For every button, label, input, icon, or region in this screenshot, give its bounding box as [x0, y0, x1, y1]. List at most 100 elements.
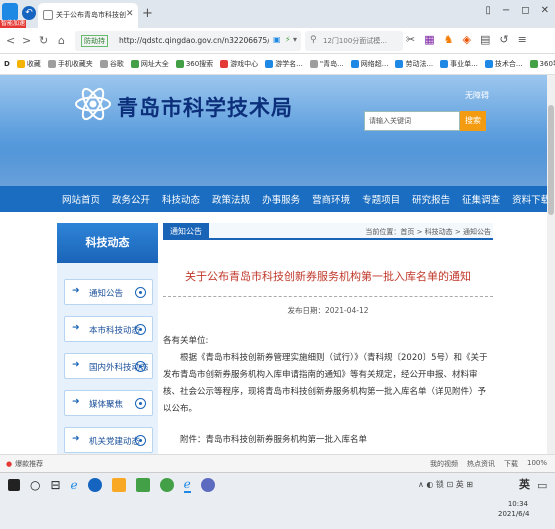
- app-icon[interactable]: ◈: [463, 33, 471, 46]
- bookmark-item[interactable]: 手机收藏夹: [47, 59, 93, 69]
- clock-date: 2021/6/4: [498, 510, 530, 518]
- refresh-icon[interactable]: ↻: [39, 34, 48, 47]
- bookmark-item[interactable]: 事业单...: [440, 59, 478, 69]
- file-explorer-icon[interactable]: [111, 478, 126, 492]
- notification-icon[interactable]: ▭: [537, 479, 547, 492]
- extension-icon[interactable]: ▦: [424, 33, 434, 46]
- nav-item[interactable]: 政策法规: [212, 192, 250, 206]
- bookmark-label: 360搜索: [185, 60, 214, 68]
- back-arrow-icon[interactable]: ↶: [22, 6, 36, 20]
- bookmark-icon: [130, 60, 139, 68]
- close-window-icon[interactable]: ✕: [541, 5, 549, 16]
- browser-active-icon[interactable]: ℯ: [183, 477, 191, 493]
- system-tray[interactable]: ∧ ◐ 锁 ⊡ 英 ⊞: [418, 479, 473, 490]
- scissors-icon[interactable]: ✂: [406, 33, 415, 46]
- arrow-right-icon: ➜: [72, 323, 80, 333]
- sidebar-item[interactable]: ➜ 国内外科技动态: [64, 353, 153, 379]
- status-left[interactable]: ● 爆款推荐: [6, 459, 43, 469]
- page-icon[interactable]: ▣: [273, 35, 281, 44]
- nav-item[interactable]: 营商环境: [312, 192, 350, 206]
- ie-browser-icon[interactable]: ℯ: [71, 478, 78, 492]
- minimize-icon[interactable]: −: [502, 5, 510, 16]
- bookmark-item[interactable]: 网址大全: [130, 59, 169, 69]
- dropdown-chevron-icon[interactable]: ▾: [293, 35, 297, 44]
- clock[interactable]: 10:34 2021/6/4: [498, 499, 530, 519]
- header-glow: [0, 150, 555, 186]
- new-tab-button[interactable]: +: [142, 6, 153, 21]
- sidebar-item[interactable]: ➜ 通知公告: [64, 279, 153, 305]
- bookmark-item[interactable]: 技术合...: [484, 59, 523, 69]
- bookmarks-toggle-icon[interactable]: D: [4, 60, 10, 68]
- 360-icon[interactable]: [159, 478, 174, 492]
- app-green-icon[interactable]: [135, 478, 150, 492]
- status-video[interactable]: 我的视频: [430, 459, 458, 469]
- section-tab: 通知公告: [163, 223, 209, 240]
- site-search-button[interactable]: 搜索: [460, 111, 486, 131]
- status-download[interactable]: 下载: [504, 459, 518, 469]
- bookmark-label: 技术合...: [494, 60, 523, 68]
- sidebar-item[interactable]: ➜ 本市科技动态: [64, 316, 153, 342]
- bookmark-item[interactable]: 收藏: [16, 59, 41, 69]
- restore-tabs-icon[interactable]: ▯: [485, 5, 491, 16]
- sidebar-heading: 科技动态: [57, 223, 158, 263]
- sidebar-item-label: 本市科技动态: [89, 326, 141, 336]
- menu-icon[interactable]: ≡: [518, 33, 527, 46]
- ime-indicator[interactable]: 英: [519, 476, 530, 492]
- history-icon[interactable]: ↺: [499, 33, 508, 46]
- home-icon[interactable]: ⌂: [58, 34, 65, 47]
- nav-item[interactable]: 网站首页: [62, 192, 100, 206]
- bookmark-item[interactable]: 谷歌: [99, 59, 124, 69]
- url-field[interactable]: 防劫持 http://qdstc.qingdao.gov.cn/n3220667…: [75, 31, 301, 51]
- maximize-icon[interactable]: ◻: [521, 5, 529, 16]
- nav-item[interactable]: 政务公开: [112, 192, 150, 206]
- nav-item[interactable]: 办事服务: [262, 192, 300, 206]
- url-text[interactable]: http://qdstc.qingdao.gov.cn/n32206675/n3…: [119, 36, 269, 45]
- bookmark-item[interactable]: 360搜索: [175, 59, 214, 69]
- status-zoom[interactable]: 100%: [527, 459, 547, 469]
- sidebar-item[interactable]: ➜ 机关党建动态: [64, 427, 153, 453]
- status-news[interactable]: 热点资讯: [467, 459, 495, 469]
- windows-start-icon[interactable]: [8, 479, 20, 491]
- nav-item[interactable]: 专题项目: [362, 192, 400, 206]
- task-view-icon[interactable]: ⊟: [50, 478, 60, 492]
- bookmark-icon: [16, 60, 25, 68]
- breadcrumb[interactable]: 当前位置：首页 > 科技动态 > 通知公告: [365, 227, 491, 237]
- scrollbar-thumb[interactable]: [548, 105, 554, 215]
- app-blue-icon[interactable]: [200, 478, 215, 492]
- lightning-icon[interactable]: ⚡: [285, 35, 291, 44]
- bookmark-icon: [99, 60, 108, 68]
- flame-icon: ●: [6, 460, 13, 468]
- atom-logo-icon: [75, 87, 111, 121]
- nav-item[interactable]: 研究报告: [412, 192, 450, 206]
- edge-icon[interactable]: [87, 478, 102, 492]
- article-attachment[interactable]: 附件：青岛市科技创新券服务机构第一批入库名单: [163, 432, 493, 449]
- nav-item[interactable]: 征集调查: [462, 192, 500, 206]
- nav-item[interactable]: 资料下载: [512, 192, 550, 206]
- sidebar-item[interactable]: ➜ 媒体聚焦: [64, 390, 153, 416]
- bookmark-label: "青岛...: [319, 60, 344, 68]
- circle-dot-icon: [135, 324, 146, 335]
- game-icon[interactable]: ♞: [444, 33, 454, 46]
- bookmark-item[interactable]: 游戏中心: [220, 59, 258, 69]
- site-search-input[interactable]: 请输入关键词: [364, 111, 460, 131]
- bookmark-item[interactable]: 游学名...: [265, 59, 303, 69]
- grid-icon[interactable]: ▤: [480, 33, 490, 46]
- search-field[interactable]: ⚲ 12门100分面试模...: [305, 31, 403, 51]
- bookmark-item[interactable]: 360导航...: [529, 59, 555, 69]
- bookmark-icon: [350, 60, 359, 68]
- bookmark-item[interactable]: "青岛...: [309, 59, 344, 69]
- nav-item[interactable]: 科技动态: [162, 192, 200, 206]
- forward-icon[interactable]: >: [22, 34, 31, 47]
- search-circle-icon[interactable]: ○: [30, 478, 40, 492]
- bookmark-icon: [484, 60, 493, 68]
- accelerator-badge-icon[interactable]: [2, 3, 18, 21]
- accelerator-badge-label: 智能加速: [0, 20, 27, 28]
- accessibility-link[interactable]: 无障碍: [465, 90, 489, 101]
- tab-close-icon[interactable]: ✕: [126, 9, 134, 19]
- bookmark-icon: [47, 60, 56, 68]
- bookmark-item[interactable]: 网络超...: [350, 59, 388, 69]
- back-icon[interactable]: <: [6, 34, 15, 47]
- browser-tab[interactable]: 关于公布青岛市科技创新券服务机构第一批入库名单的通知 ✕: [38, 3, 138, 28]
- bookmark-item[interactable]: 劳动法...: [395, 59, 433, 69]
- web-page: 青岛市科学技术局 无障碍 请输入关键词 搜索 网站首页 政务公开 科技动态 政策法规办…: [0, 75, 555, 454]
